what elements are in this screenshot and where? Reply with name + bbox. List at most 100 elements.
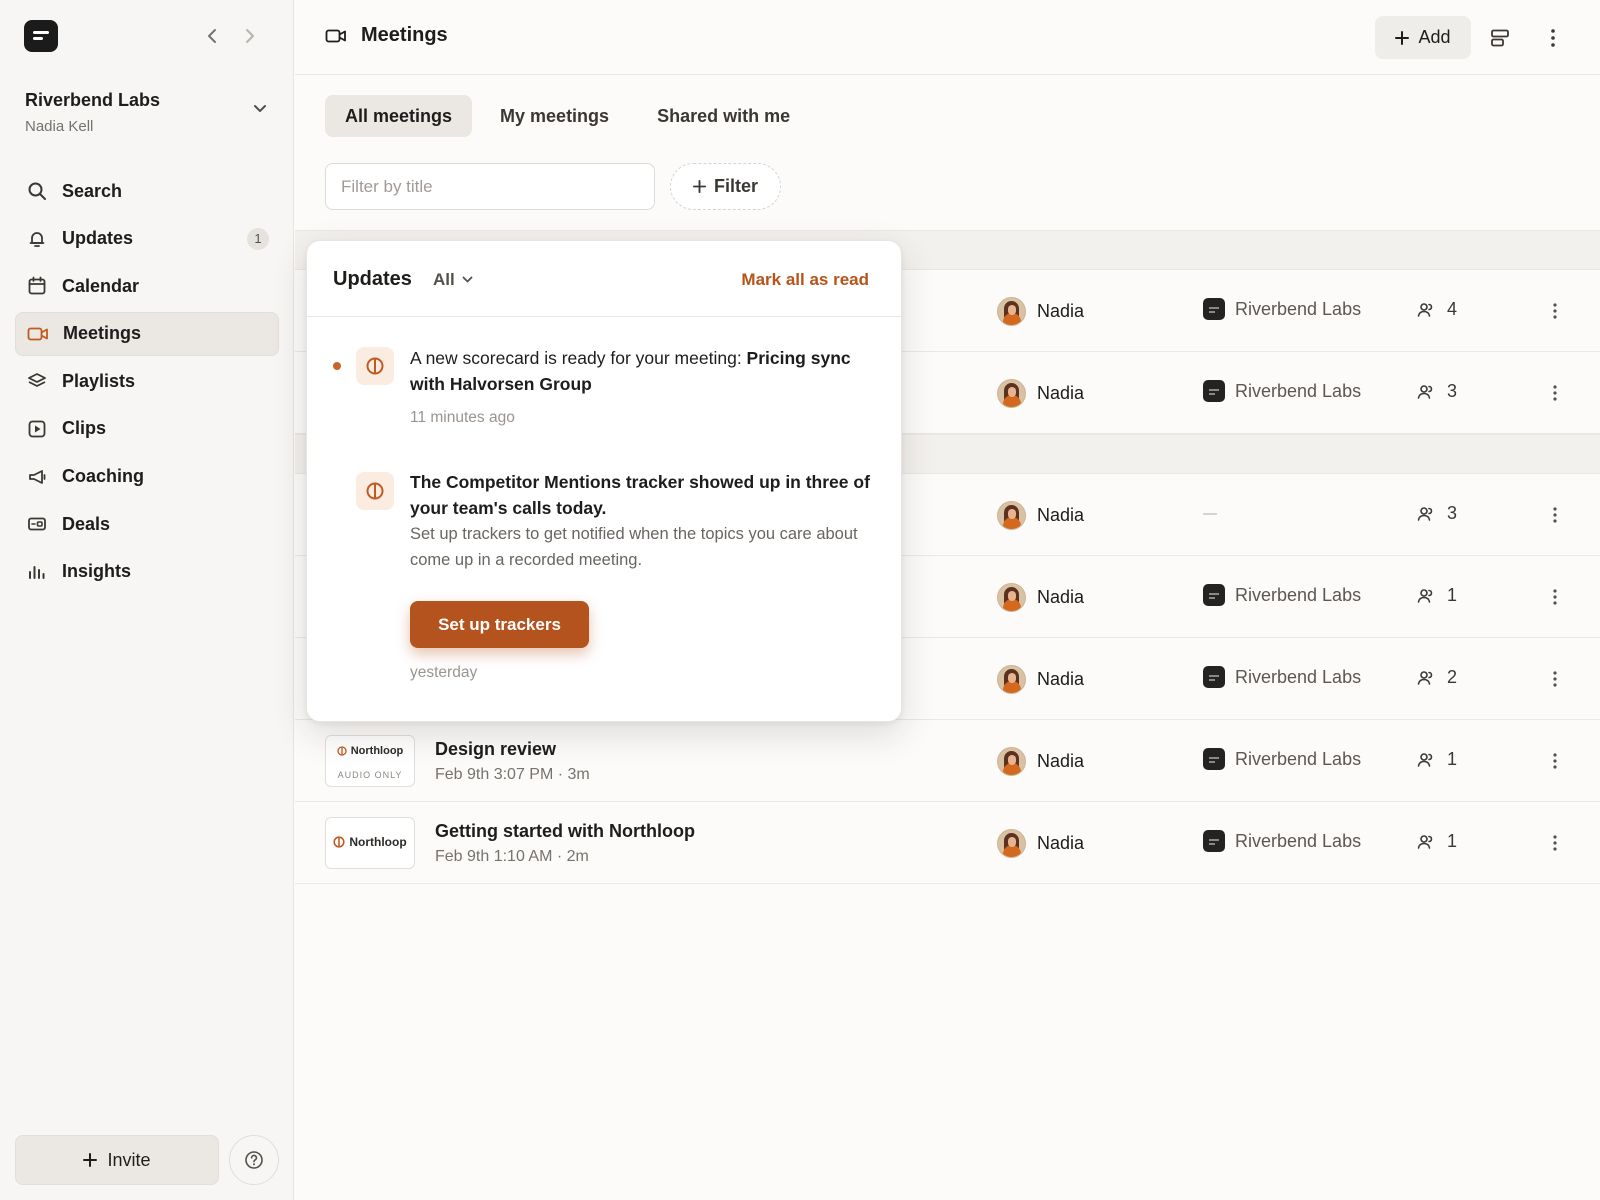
row-more-icon[interactable] (1543, 379, 1567, 407)
northloop-logo-icon (333, 836, 345, 848)
chevron-down-icon (253, 104, 267, 114)
sidebar-item-search[interactable]: Search (15, 169, 279, 213)
row-more-icon[interactable] (1543, 747, 1567, 775)
back-arrow-icon[interactable] (202, 26, 222, 46)
filter-button[interactable]: Filter (670, 163, 781, 210)
meeting-tabs: All meetings My meetings Shared with me (325, 95, 810, 137)
org-icon (1203, 666, 1225, 688)
video-icon (27, 323, 49, 345)
help-button[interactable] (229, 1135, 279, 1185)
participants-count: 3 (1417, 503, 1457, 524)
thumb-audio-only: AUDIO ONLY (337, 770, 403, 780)
sidebar-item-calendar[interactable]: Calendar (15, 264, 279, 308)
updates-filter-label: All (433, 270, 455, 289)
sidebar-item-label: Clips (62, 418, 107, 439)
sidebar-item-coaching[interactable]: Coaching (15, 455, 279, 499)
owner-name: Nadia (1037, 669, 1085, 689)
row-more-icon[interactable] (1543, 583, 1567, 611)
set-up-trackers-button[interactable]: Set up trackers (410, 601, 589, 648)
row-more-icon[interactable] (1543, 297, 1567, 325)
mark-all-read-link[interactable]: Mark all as read (741, 270, 869, 290)
meeting-thumbnail: Northloop (325, 817, 415, 869)
tab-all-meetings[interactable]: All meetings (325, 95, 473, 137)
tab-my-meetings[interactable]: My meetings (480, 95, 629, 137)
updates-count-badge: 1 (247, 227, 269, 250)
participants-count: 1 (1417, 585, 1457, 606)
org-icon (1203, 748, 1225, 770)
filter-label: Filter (713, 176, 758, 196)
sidebar-item-meetings[interactable]: Meetings (15, 311, 279, 356)
page-header: Meetings (325, 24, 448, 47)
popover-header: Updates All Mark all as read (307, 241, 901, 317)
participants-number: 2 (1447, 667, 1458, 687)
meeting-owner: Nadia (997, 379, 1084, 408)
meeting-title: Design review (435, 739, 557, 759)
chevron-down-icon (462, 276, 473, 284)
notification-title: The Competitor Mentions tracker showed u… (410, 472, 870, 518)
meeting-owner: Nadia (997, 829, 1084, 858)
thumb-brand-text: Northloop (350, 745, 404, 757)
plus-icon (1395, 30, 1410, 45)
wallet-icon (26, 513, 48, 535)
participants-count: 4 (1417, 299, 1457, 320)
meeting-owner: Nadia (997, 297, 1084, 326)
notification-text-prefix: A new scorecard is ready for your meetin… (410, 348, 747, 368)
table-row[interactable]: Northloop Getting started with Northloop… (295, 802, 1600, 884)
meeting-title: Getting started with Northloop (435, 821, 695, 841)
sidebar-item-label: Updates (62, 228, 134, 249)
meeting-meta: Feb 9th 3:07 PM · 3m (435, 766, 590, 783)
tab-shared-with-me[interactable]: Shared with me (637, 95, 810, 137)
page-title: Meetings (361, 24, 448, 46)
invite-label: Invite (107, 1149, 151, 1170)
sidebar-item-label: Meetings (63, 323, 142, 344)
participants-icon (1417, 384, 1435, 400)
thumb-brand: Northloop (326, 835, 414, 849)
meeting-thumbnail: Northloop AUDIO ONLY (325, 735, 415, 787)
workspace-user: Nadia Kell (25, 118, 94, 135)
layout-toggle-icon[interactable] (1486, 24, 1514, 52)
invite-button[interactable]: Invite (15, 1135, 219, 1185)
meeting-owner: Nadia (997, 501, 1084, 530)
sidebar-item-label: Coaching (62, 466, 145, 487)
table-row[interactable]: Northloop AUDIO ONLY Design review Feb 9… (295, 720, 1600, 802)
more-options-icon[interactable] (1539, 24, 1567, 52)
row-more-icon[interactable] (1543, 829, 1567, 857)
avatar (997, 297, 1026, 326)
meeting-org: Riverbend Labs (1203, 830, 1361, 852)
sidebar-item-updates[interactable]: Updates 1 (15, 217, 279, 261)
participants-count: 2 (1417, 667, 1457, 688)
org-icon (1203, 380, 1225, 402)
meeting-org: Riverbend Labs (1203, 584, 1361, 606)
top-bar: Meetings Add (295, 0, 1600, 75)
sidebar-item-label: Search (62, 180, 123, 201)
notification-time: 11 minutes ago (410, 409, 515, 426)
sidebar-item-insights[interactable]: Insights (15, 550, 279, 594)
org-icon (1203, 584, 1225, 606)
help-icon (244, 1150, 264, 1170)
avatar (997, 747, 1026, 776)
owner-name: Nadia (1037, 751, 1085, 771)
forward-arrow-icon[interactable] (240, 26, 260, 46)
workspace-name: Riverbend Labs (25, 90, 161, 110)
sidebar-item-playlists[interactable]: Playlists (15, 359, 279, 403)
filter-by-title-input[interactable] (325, 163, 655, 210)
app-logo[interactable] (24, 20, 58, 52)
sidebar-item-deals[interactable]: Deals (15, 502, 279, 546)
sidebar-item-clips[interactable]: Clips (15, 407, 279, 451)
updates-popover: Updates All Mark all as read A new score… (306, 240, 902, 722)
org-name: Riverbend Labs (1235, 666, 1362, 687)
participants-count: 3 (1417, 381, 1457, 402)
no-org-dash (1203, 513, 1217, 515)
updates-filter-dropdown[interactable]: All (433, 270, 473, 290)
participants-count: 1 (1417, 831, 1457, 852)
notification-time: yesterday (410, 664, 478, 681)
thumb-brand-text: Northloop (349, 835, 407, 849)
meeting-org: Riverbend Labs (1203, 380, 1361, 402)
add-button[interactable]: Add (1375, 16, 1471, 59)
meeting-meta: Feb 9th 1:10 AM · 2m (435, 848, 589, 865)
workspace-switcher[interactable]: Riverbend Labs Nadia Kell (25, 90, 275, 140)
meeting-org: Riverbend Labs (1203, 298, 1361, 320)
row-more-icon[interactable] (1543, 665, 1567, 693)
row-more-icon[interactable] (1543, 501, 1567, 529)
participants-number: 1 (1447, 831, 1458, 851)
